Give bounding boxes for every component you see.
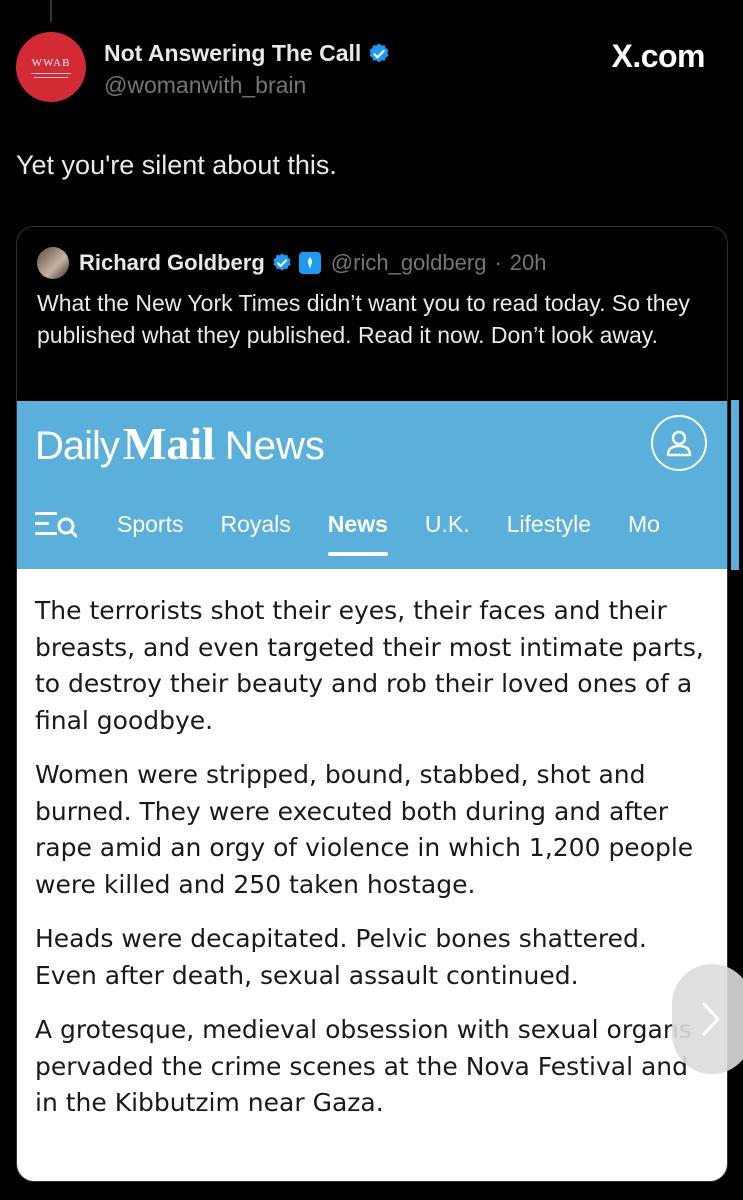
logo-mail: Mail bbox=[122, 418, 215, 469]
logo-news: News bbox=[224, 424, 325, 468]
meta-separator: · bbox=[494, 250, 502, 275]
nav-item-uk: U.K. bbox=[424, 510, 470, 537]
next-image-edge bbox=[731, 400, 739, 570]
author-display-name[interactable]: Not Answering The Call bbox=[104, 40, 361, 67]
avatar[interactable]: WWAB bbox=[16, 32, 86, 102]
chevron-right-icon bbox=[702, 1002, 720, 1036]
verified-badge-icon bbox=[273, 253, 291, 271]
avatar-monogram: WWAB bbox=[31, 56, 71, 69]
quoted-tweet-header: Richard Goldberg @rich_goldberg · 20h bbox=[37, 247, 547, 279]
nav-item-royals: Royals bbox=[220, 510, 291, 537]
quoted-handle[interactable]: @rich_goldberg bbox=[331, 250, 487, 276]
next-image-button[interactable] bbox=[672, 964, 743, 1074]
article-body: The terrorists shot their eyes, their fa… bbox=[35, 593, 711, 1140]
gov-badge-icon bbox=[298, 252, 321, 274]
site-watermark: X.com bbox=[611, 38, 705, 74]
nav-item-news: News bbox=[327, 510, 388, 556]
nav-item-sports: Sports bbox=[117, 510, 184, 537]
quoted-timestamp[interactable]: 20h bbox=[510, 250, 547, 276]
dailymail-logo: Daily Mail News bbox=[35, 417, 325, 470]
article-paragraph: Women were stripped, bound, stabbed, sho… bbox=[35, 760, 694, 899]
quoted-tweet[interactable]: Richard Goldberg @rich_goldberg · 20h Wh… bbox=[16, 226, 728, 1182]
user-account-icon bbox=[651, 415, 707, 471]
menu-search-icon bbox=[35, 512, 77, 538]
avatar-decoration bbox=[34, 76, 68, 78]
quoted-display-name[interactable]: Richard Goldberg bbox=[79, 250, 265, 276]
dailymail-header: Daily Mail News Sports Royals News U.K. … bbox=[17, 401, 727, 569]
author-name-row: Not Answering The Call bbox=[104, 40, 391, 67]
quoted-tweet-text: What the New York Times didn’t want you … bbox=[37, 290, 690, 349]
thread-line bbox=[50, 0, 52, 22]
tweet-text: Yet you're silent about this. bbox=[16, 150, 337, 180]
article-paragraph: The terrorists shot their eyes, their fa… bbox=[35, 596, 704, 735]
article-paragraph: A grotesque, medieval obsession with sex… bbox=[35, 1015, 692, 1117]
dailymail-screenshot[interactable]: Daily Mail News Sports Royals News U.K. … bbox=[17, 401, 727, 1181]
avatar-decoration bbox=[31, 72, 71, 74]
logo-daily: Daily bbox=[35, 424, 120, 468]
nav-item-more: Mo bbox=[628, 510, 660, 537]
article-paragraph: Heads were decapitated. Pelvic bones sha… bbox=[35, 924, 647, 990]
quoted-avatar[interactable] bbox=[37, 247, 69, 279]
author-handle[interactable]: @womanwith_brain bbox=[104, 72, 306, 99]
verified-badge-icon bbox=[369, 43, 389, 62]
nav-item-lifestyle: Lifestyle bbox=[506, 510, 591, 537]
dailymail-nav: Sports Royals News U.K. Lifestyle Mo bbox=[35, 509, 697, 556]
